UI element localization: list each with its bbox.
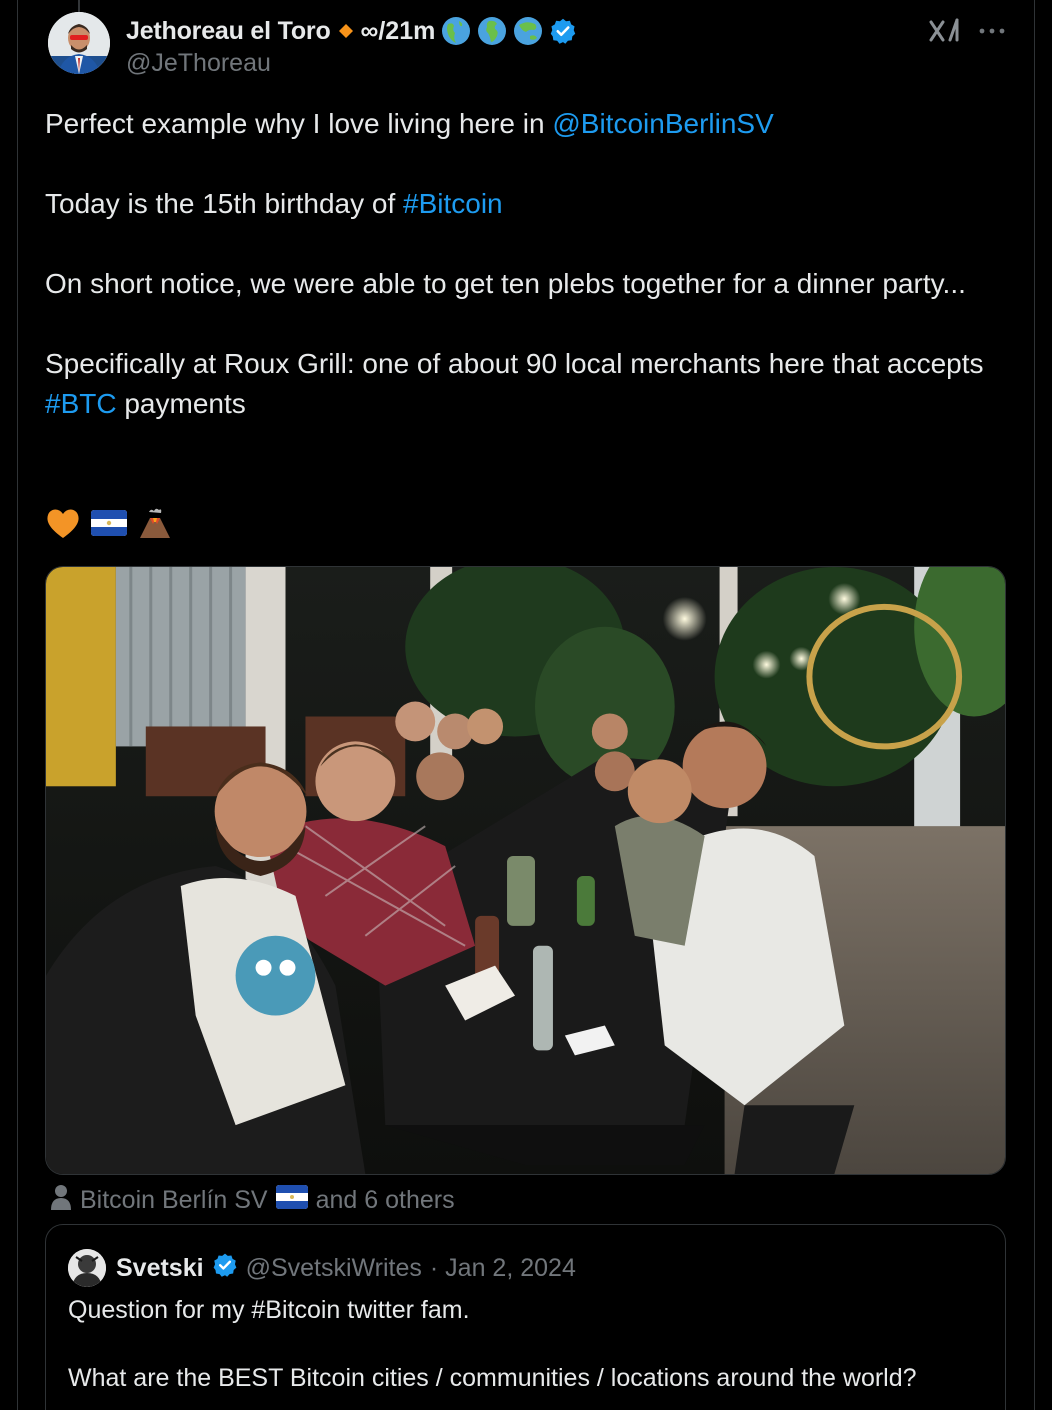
author-handle[interactable]: @JeThoreau bbox=[126, 49, 926, 78]
quote-body: Question for my #Bitcoin twitter fam. Wh… bbox=[68, 1293, 988, 1395]
volcano-icon bbox=[137, 506, 173, 545]
tweet-paragraph: Specifically at Roux Grill: one of about… bbox=[45, 344, 985, 424]
author-name-suffix: ∞/21m bbox=[360, 16, 436, 45]
tagged-first: Bitcoin Berlín SV bbox=[80, 1185, 268, 1214]
hashtag-link[interactable]: #Bitcoin bbox=[403, 188, 503, 219]
grok-icon[interactable] bbox=[928, 16, 962, 46]
quote-author-avatar[interactable] bbox=[68, 1249, 106, 1287]
tweet-paragraph: Today is the 15th birthday of #Bitcoin bbox=[45, 184, 985, 224]
quote-header: Svetski @SvetskiWrites · Jan 2, 2024 bbox=[116, 1249, 576, 1287]
verified-badge-icon bbox=[549, 17, 577, 45]
orange-heart-icon bbox=[45, 506, 81, 545]
person-icon bbox=[50, 1184, 72, 1217]
quote-author-handle[interactable]: @SvetskiWrites bbox=[246, 1254, 422, 1283]
tweet-text-span: Perfect example why I love living here i… bbox=[45, 108, 553, 139]
diamond-icon bbox=[337, 22, 355, 40]
author-display-name[interactable]: Jethoreau el Toro bbox=[126, 17, 331, 46]
quote-date[interactable]: · Jan 2, 2024 bbox=[430, 1254, 576, 1283]
tweet-body: Perfect example why I love living here i… bbox=[45, 104, 985, 424]
left-border bbox=[17, 0, 18, 1410]
tweet-text-span: Today is the 15th birthday of bbox=[45, 188, 403, 219]
globe-asia-australia-icon bbox=[513, 16, 543, 46]
quoted-tweet[interactable]: Svetski @SvetskiWrites · Jan 2, 2024 Que… bbox=[45, 1224, 1006, 1410]
globe-europe-africa-icon bbox=[477, 16, 507, 46]
tagged-rest: and 6 others bbox=[315, 1185, 455, 1214]
more-options-icon[interactable] bbox=[976, 18, 1008, 44]
verified-badge-icon bbox=[212, 1252, 238, 1285]
globe-americas-icon bbox=[441, 16, 471, 46]
quote-paragraph: Question for my #Bitcoin twitter fam. bbox=[68, 1296, 470, 1324]
el-salvador-flag-icon bbox=[275, 1184, 308, 1216]
tweet-paragraph: On short notice, we were able to get ten… bbox=[45, 268, 966, 299]
tweet-text-span: Specifically at Roux Grill: one of about… bbox=[45, 348, 984, 379]
hashtag-link[interactable]: #BTC bbox=[45, 388, 117, 419]
quote-paragraph: What are the BEST Bitcoin cities / commu… bbox=[68, 1364, 917, 1392]
tweet-photo[interactable] bbox=[45, 566, 1006, 1175]
quote-author-name[interactable]: Svetski bbox=[116, 1254, 204, 1283]
tweet-text-span: payments bbox=[116, 388, 246, 419]
thread-connector bbox=[78, 0, 80, 12]
mention-link[interactable]: @BitcoinBerlinSV bbox=[552, 108, 773, 139]
tagged-users[interactable]: Bitcoin Berlín SV and 6 others bbox=[50, 1182, 455, 1218]
emoji-row bbox=[45, 505, 173, 545]
author-avatar[interactable] bbox=[48, 12, 110, 74]
el-salvador-flag-icon bbox=[91, 509, 127, 541]
tweet-paragraph: Perfect example why I love living here i… bbox=[45, 104, 985, 144]
right-border bbox=[1034, 0, 1035, 1410]
tweet-header: Jethoreau el Toro ∞/21m @JeThoreau bbox=[126, 14, 926, 78]
